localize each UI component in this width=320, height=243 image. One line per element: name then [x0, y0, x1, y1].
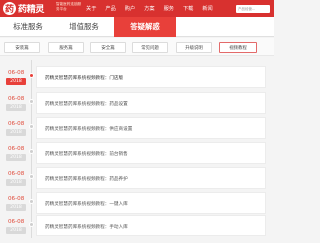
tab-faq[interactable]: 答疑解惑 [114, 17, 176, 37]
article-row[interactable]: 06-08 2018 药精灵智慧药库系统视频教程：门店版 [0, 66, 274, 94]
timeline-dot [29, 99, 34, 104]
article-card[interactable]: 药精灵智慧药库系统视频教程：前台销售 [36, 142, 266, 164]
service-tab-bar: 标准服务 增值服务 答疑解惑 [0, 17, 274, 37]
search-input[interactable]: 产品经营... [236, 5, 270, 13]
article-card[interactable]: 药精灵智慧药库系统视频教程：手动入库 [36, 215, 266, 236]
brand-name: 药精灵 [18, 5, 45, 15]
article-date: 06-08 [8, 196, 25, 202]
article-date: 06-08 [8, 219, 25, 225]
article-title[interactable]: 药精灵智慧药库系统视频教程：手动入库 [45, 224, 128, 230]
article-row[interactable]: 06-08 2018 药精灵智慧药库系统视频教程：药品设置 [0, 92, 274, 120]
timeline-dot [29, 149, 34, 154]
chip-video-tutorials[interactable]: 视频教程 [219, 42, 257, 53]
article-year-badge: 2018 [6, 104, 26, 111]
article-title[interactable]: 药精灵智慧药库系统视频教程：供应商设置 [45, 126, 132, 132]
top-navbar: 药 药精灵 智能医药连锁服务平台 关于 产品 购户 方案 服务 下载 新闻 产品… [0, 0, 274, 17]
article-card[interactable]: 药精灵智慧药库系统视频教程：药品养护 [36, 167, 266, 189]
article-card[interactable]: 药精灵智慧药库系统视频教程：药品设置 [36, 92, 266, 114]
article-title[interactable]: 药精灵智慧药库系统视频教程：药品养护 [45, 176, 128, 182]
logo-icon: 药 [3, 2, 16, 15]
article-date: 06-08 [8, 70, 25, 76]
chip-upgrade-notes[interactable]: 升级说明 [176, 42, 212, 53]
article-year-badge: 2018 [6, 227, 26, 234]
article-year-badge: 2018 [6, 129, 26, 136]
article-row[interactable]: 06-08 2018 药精灵智慧药库系统视频教程：供应商设置 [0, 117, 274, 145]
nav-item-news[interactable]: 新闻 [202, 5, 212, 12]
timeline-dot [29, 73, 34, 78]
article-date: 06-08 [8, 121, 25, 127]
tab-standard-service[interactable]: 标准服务 [6, 17, 50, 37]
chip-security[interactable]: 安全篇 [90, 42, 126, 53]
timeline-dot [29, 199, 34, 204]
article-title[interactable]: 药精灵智慧药库系统视频教程：药品设置 [45, 101, 128, 107]
article-card[interactable]: 药精灵智慧药库系统视频教程：供应商设置 [36, 117, 266, 139]
article-title[interactable]: 药精灵智慧药库系统视频教程：一键入库 [45, 201, 128, 207]
nav-item-solutions[interactable]: 方案 [144, 5, 154, 12]
nav-item-about[interactable]: 关于 [86, 5, 96, 12]
timeline-dot [29, 174, 34, 179]
article-row[interactable]: 06-08 2018 药精灵智慧药库系统视频教程：药品养护 [0, 167, 274, 195]
brand-logo[interactable]: 药 药精灵 [3, 1, 44, 16]
nav-item-buy[interactable]: 购户 [125, 5, 135, 12]
nav-item-download[interactable]: 下载 [183, 5, 193, 12]
article-year-badge: 2018 [6, 204, 26, 211]
article-year-badge: 2018 [6, 78, 26, 85]
category-filter-bar: 安装篇 服务篇 安全篇 常见问题 升级说明 视频教程 [0, 38, 274, 56]
main-nav: 关于 产品 购户 方案 服务 下载 新闻 [86, 0, 222, 17]
timeline-dot [29, 222, 34, 227]
chip-install[interactable]: 安装篇 [4, 42, 40, 53]
brand-tagline: 智能医药连锁服务平台 [56, 2, 82, 11]
article-title[interactable]: 药精灵智慧药库系统视频教程：前台销售 [45, 151, 128, 157]
article-row[interactable]: 06-08 2018 药精灵智慧药库系统视频教程：手动入库 [0, 215, 274, 243]
article-date: 06-08 [8, 146, 25, 152]
chip-service[interactable]: 服务篇 [48, 42, 84, 53]
article-date: 06-08 [8, 96, 25, 102]
article-title[interactable]: 药精灵智慧药库系统视频教程：门店版 [45, 75, 123, 81]
article-card[interactable]: 药精灵智慧药库系统视频教程：门店版 [36, 66, 266, 88]
nav-item-service[interactable]: 服务 [164, 5, 174, 12]
article-year-badge: 2018 [6, 179, 26, 186]
article-year-badge: 2018 [6, 154, 26, 161]
article-card[interactable]: 药精灵智慧药库系统视频教程：一键入库 [36, 192, 266, 214]
tab-value-added-service[interactable]: 增值服务 [62, 17, 106, 37]
nav-item-products[interactable]: 产品 [105, 5, 115, 12]
chip-common-questions[interactable]: 常见问题 [132, 42, 168, 53]
article-date: 06-08 [8, 171, 25, 177]
article-row[interactable]: 06-08 2018 药精灵智慧药库系统视频教程：前台销售 [0, 142, 274, 170]
timeline-dot [29, 124, 34, 129]
